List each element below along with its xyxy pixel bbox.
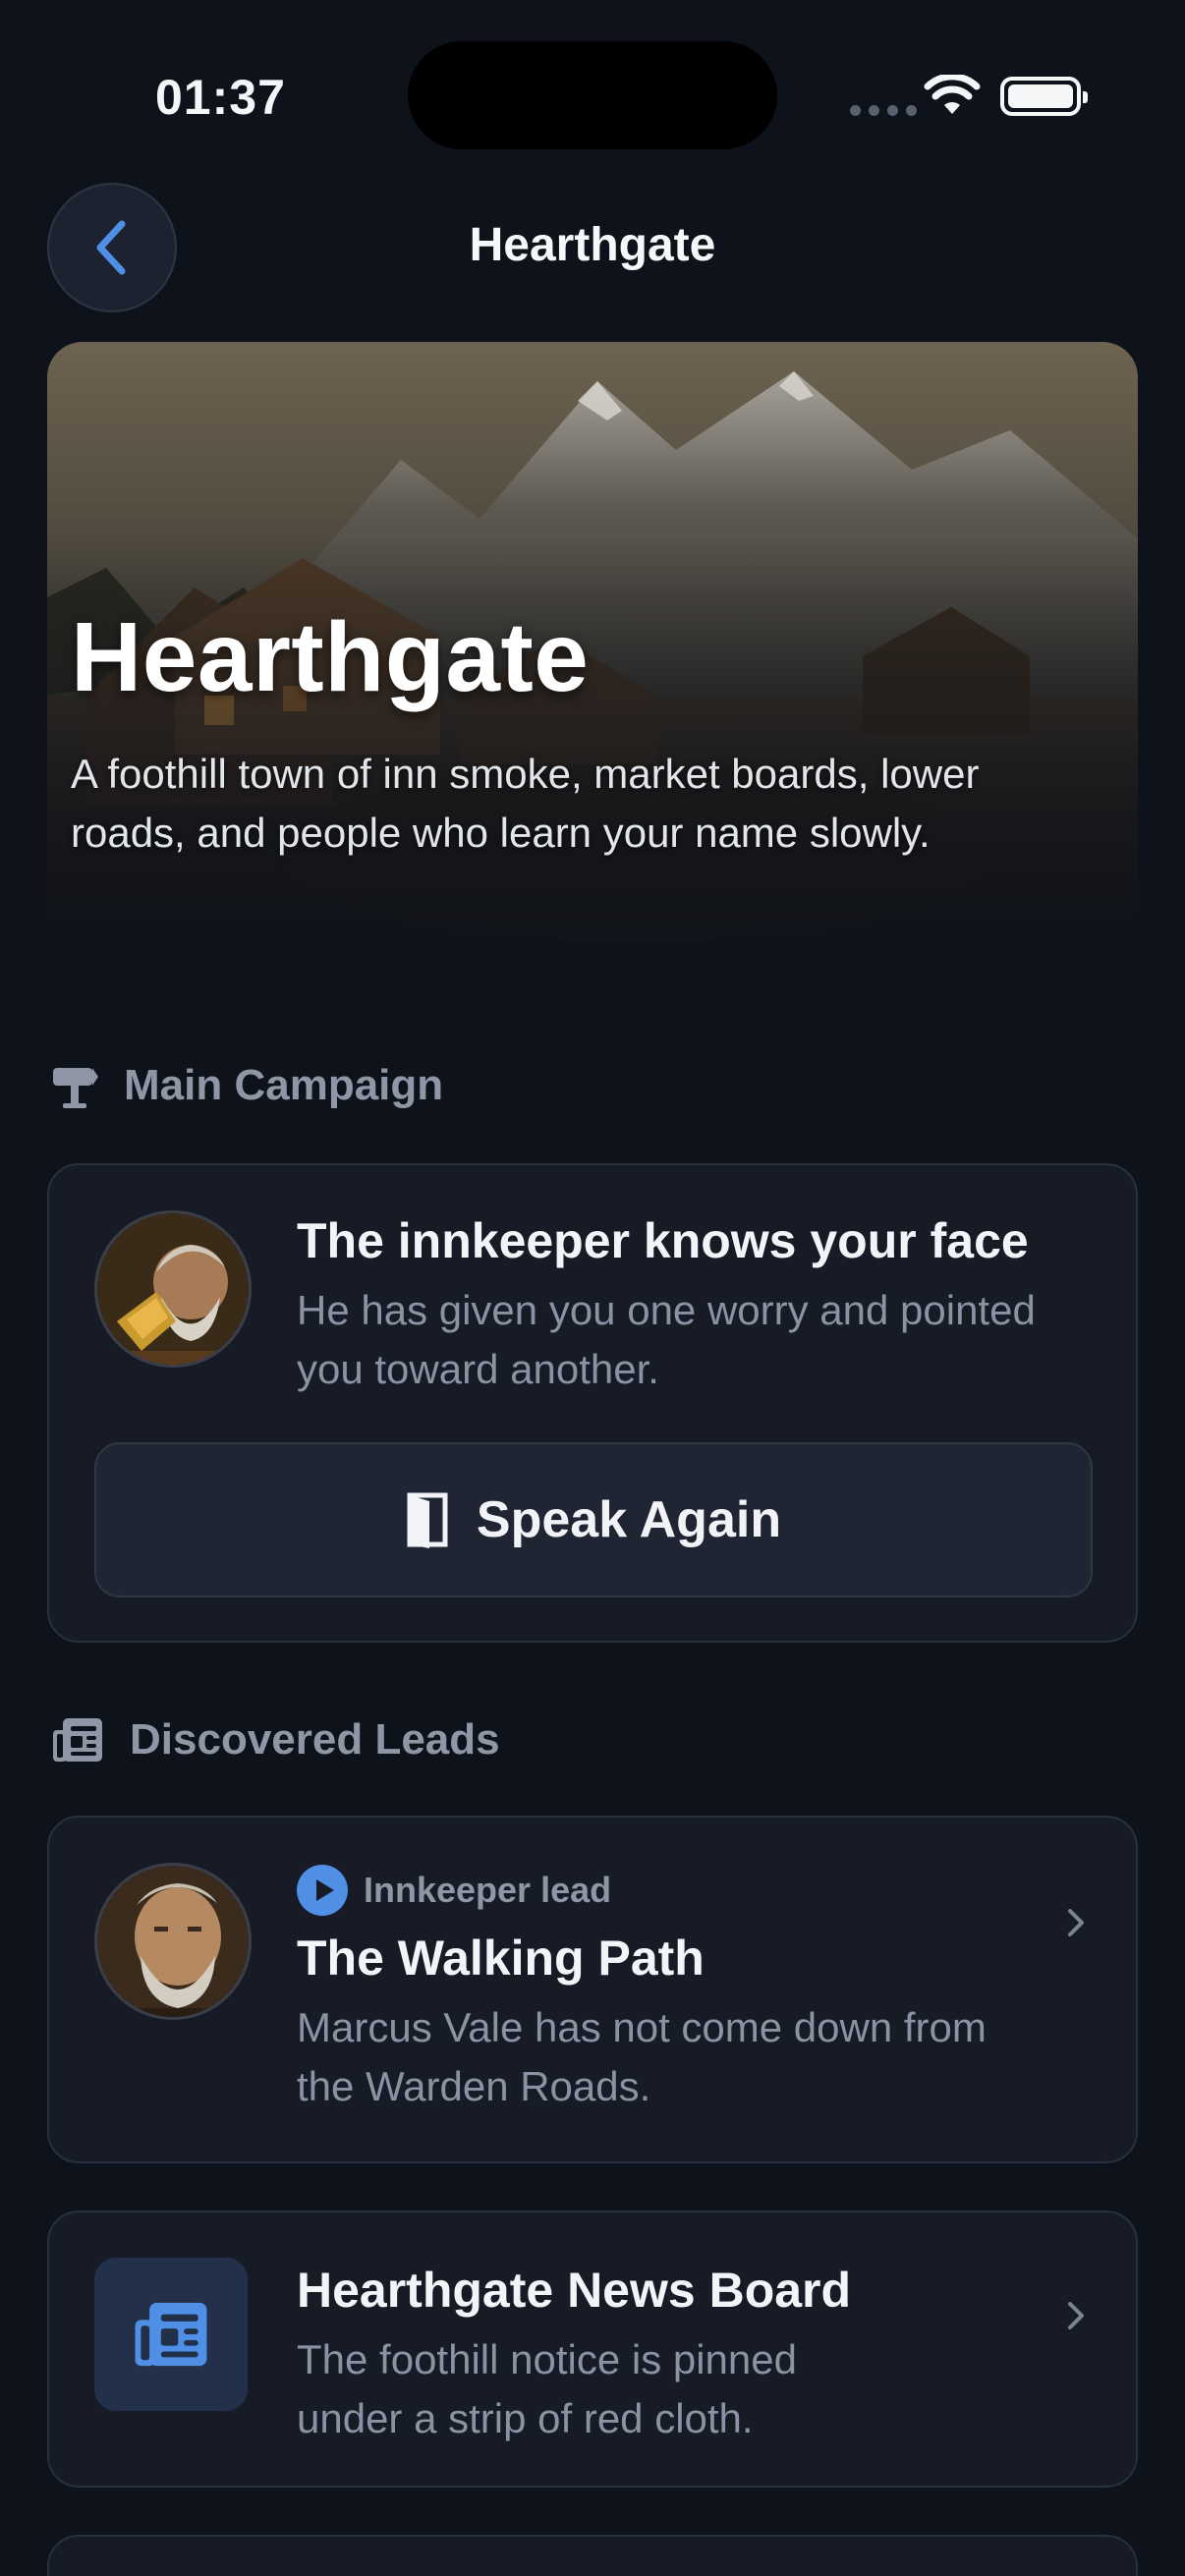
newspaper-icon <box>53 1718 102 1762</box>
play-circle-icon <box>297 1865 348 1916</box>
marcus-vale-avatar <box>94 1863 252 2020</box>
campaign-card-description: He has given you one worry and pointed y… <box>297 1287 1036 1392</box>
status-time: 01:37 <box>155 70 286 125</box>
hero-subtitle: A foothill town of inn smoke, market boa… <box>71 751 980 856</box>
chevron-right-icon <box>1068 1909 1084 1936</box>
lead-description: Marcus Vale has not come down from the W… <box>297 2004 987 2109</box>
chevron-right-icon <box>1068 2302 1084 2329</box>
news-board-description: The foothill notice is pinned under a st… <box>297 2336 797 2441</box>
lead-badge: Innkeeper lead <box>297 1865 611 1916</box>
main-campaign-header: Main Campaign <box>51 1061 443 1110</box>
news-board-title: Hearthgate News Board <box>297 2263 852 2318</box>
door-icon <box>407 1492 448 1548</box>
news-board-tile <box>94 2258 248 2411</box>
nav-title: Hearthgate <box>469 219 716 271</box>
main-campaign-card: The innkeeper knows your face He has giv… <box>47 1163 1138 1643</box>
lead-card-news-board[interactable]: Hearthgate News Board The foothill notic… <box>47 2211 1138 2488</box>
lead-badge-label: Innkeeper lead <box>364 1870 612 1910</box>
lead-title: The Walking Path <box>297 1931 705 1986</box>
signal-dots-icon <box>850 105 917 116</box>
newspaper-icon <box>135 2302 207 2367</box>
discovered-leads-title: Discovered Leads <box>130 1715 500 1764</box>
signpost-icon <box>53 1068 98 1108</box>
lead-card-partial[interactable] <box>47 2535 1138 2576</box>
campaign-card-title: The innkeeper knows your face <box>297 1213 1029 1268</box>
dynamic-island <box>408 41 777 149</box>
main-campaign-title: Main Campaign <box>124 1061 444 1109</box>
discovered-leads-header: Discovered Leads <box>51 1715 500 1764</box>
wifi-icon <box>924 75 981 114</box>
speak-again-button[interactable]: Speak Again <box>94 1442 1093 1597</box>
lead-card-walking-path[interactable]: Innkeeper lead The Walking Path Marcus V… <box>47 1816 1138 2163</box>
status-bar: 01:37 <box>0 0 1185 187</box>
hero-title: Hearthgate <box>71 602 590 712</box>
innkeeper-avatar <box>94 1210 252 1368</box>
battery-icon <box>1000 77 1088 116</box>
speak-again-label: Speak Again <box>476 1491 782 1548</box>
